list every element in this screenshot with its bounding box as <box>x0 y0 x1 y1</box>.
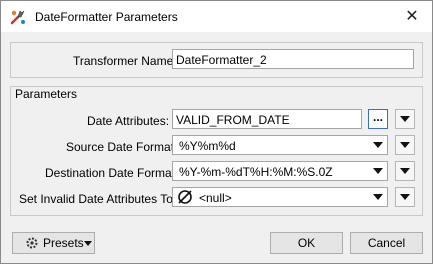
dialog-window: DateFormatter Parameters ✕ Transformer N… <box>0 0 433 264</box>
fme-transformer-icon <box>10 10 25 25</box>
date-attributes-label: Date Attributes: <box>87 114 170 128</box>
chevron-down-icon <box>373 168 383 174</box>
chevron-down-icon <box>400 116 410 122</box>
transformer-name-label: Transformer Name: <box>73 54 177 68</box>
transformer-name-value: DateFormatter_2 <box>176 53 267 67</box>
destination-format-value: %Y-%m-%dT%H:%M:%S.0Z <box>179 165 333 179</box>
destination-format-combo[interactable]: %Y-%m-%dT%H:%M:%S.0Z <box>172 161 388 181</box>
source-format-menu-button[interactable] <box>395 135 415 155</box>
presets-label: Presets <box>43 236 84 250</box>
chevron-down-icon <box>400 194 410 200</box>
source-format-combo[interactable]: %Y%m%d <box>172 135 388 155</box>
invalid-to-value: <null> <box>199 191 232 205</box>
presets-button[interactable]: Presets <box>12 232 95 254</box>
source-format-value: %Y%m%d <box>179 139 236 153</box>
window-title: DateFormatter Parameters <box>35 10 178 24</box>
browse-attributes-button[interactable]: ... <box>368 109 388 129</box>
chevron-down-icon <box>373 142 383 148</box>
parameters-group-title: Parameters <box>15 87 78 101</box>
date-attributes-value: VALID_FROM_DATE <box>176 113 290 127</box>
ok-button[interactable]: OK <box>270 232 343 254</box>
source-format-label: Source Date Format: <box>66 140 178 154</box>
transformer-name-input[interactable]: DateFormatter_2 <box>172 49 414 69</box>
date-attributes-input[interactable]: VALID_FROM_DATE <box>172 109 362 129</box>
invalid-to-combo[interactable]: <null> <box>172 187 388 207</box>
title-bar[interactable]: DateFormatter Parameters ✕ <box>1 1 432 32</box>
destination-format-menu-button[interactable] <box>395 161 415 181</box>
invalid-to-label: Set Invalid Date Attributes To: <box>19 192 177 206</box>
chevron-down-icon <box>373 194 383 200</box>
chevron-down-icon <box>400 168 410 174</box>
close-icon[interactable]: ✕ <box>400 6 424 28</box>
null-icon <box>178 190 192 204</box>
chevron-down-icon <box>84 241 92 246</box>
dialog-content: Transformer Name: DateFormatter_2 Parame… <box>1 32 432 263</box>
date-attributes-menu-button[interactable] <box>395 109 415 129</box>
destination-format-label: Destination Date Format: <box>45 166 179 180</box>
invalid-to-menu-button[interactable] <box>395 187 415 207</box>
cancel-button[interactable]: Cancel <box>350 232 423 254</box>
chevron-down-icon <box>400 142 410 148</box>
gear-icon <box>26 237 38 249</box>
